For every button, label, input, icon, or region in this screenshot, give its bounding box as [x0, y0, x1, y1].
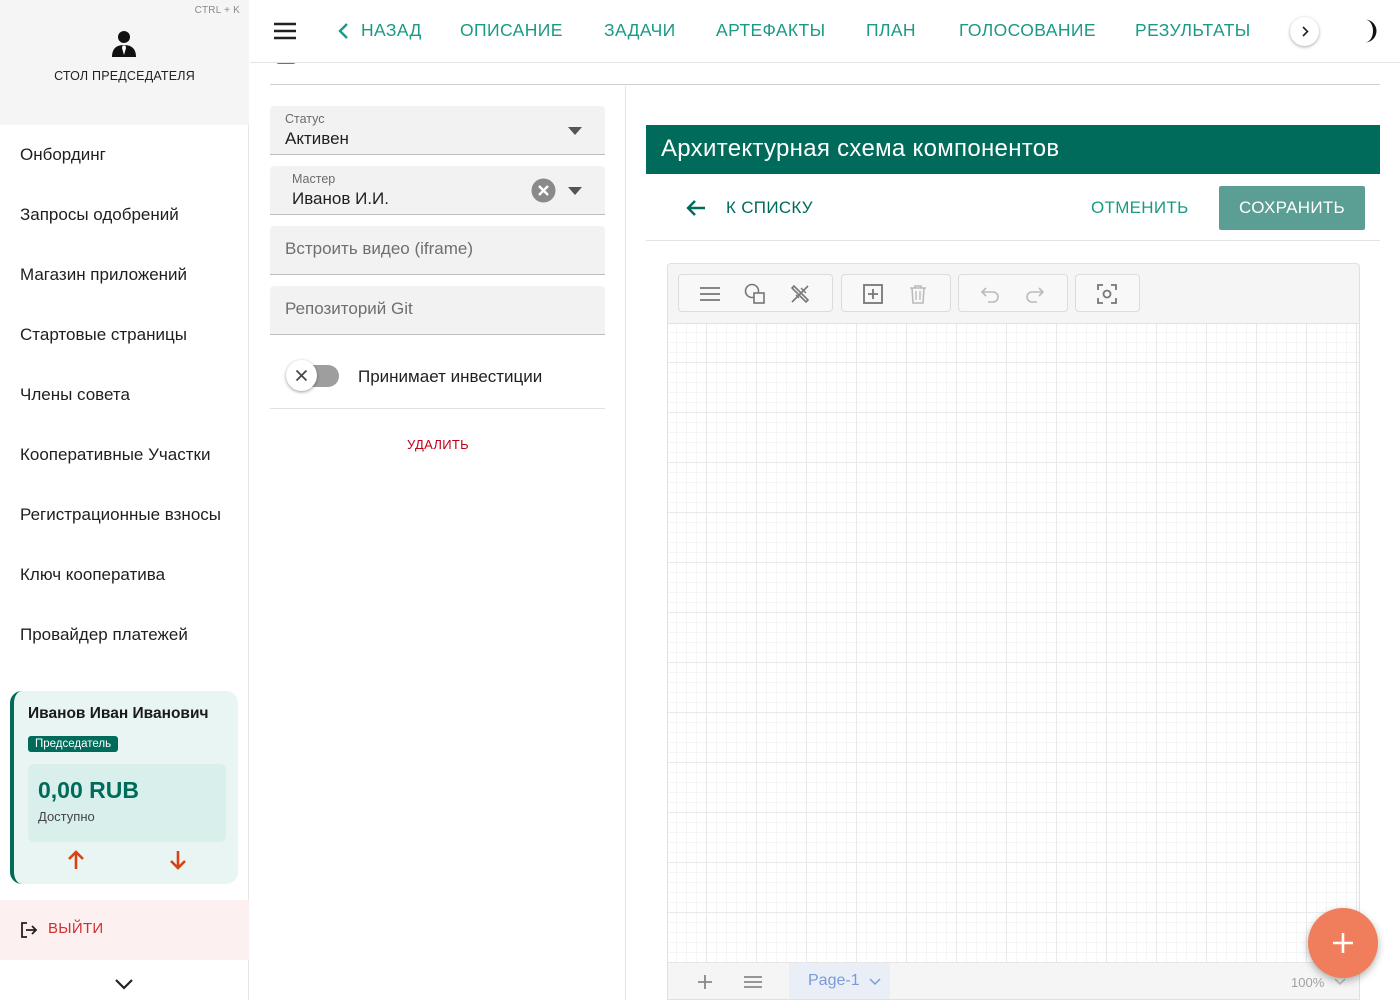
toggle-knob[interactable]: [286, 360, 317, 391]
editor-actions: К СПИСКУ ОТМЕНИТЬ СОХРАНИТЬ: [646, 174, 1380, 241]
chevron-down-icon: [1334, 978, 1346, 986]
sidebar-item-coop-plots[interactable]: Кооперативные Участки: [0, 425, 249, 485]
hotkey-hint: CTRL + K: [194, 5, 240, 16]
sidebar-item-approval-requests[interactable]: Запросы одобрений: [0, 185, 249, 245]
clear-icon[interactable]: [531, 178, 556, 203]
video-embed-placeholder: Встроить видео (iframe): [285, 239, 474, 258]
git-repo-placeholder: Репозиторий Git: [285, 299, 413, 318]
chevron-down-icon[interactable]: [112, 973, 136, 995]
delete-button[interactable]: УДАЛИТЬ: [250, 437, 626, 452]
video-embed-input[interactable]: Встроить видео (iframe): [270, 226, 605, 275]
trash-icon[interactable]: [907, 283, 929, 305]
menu-icon[interactable]: [743, 973, 763, 991]
user-card: Иванов Иван Иванович Председатель 0,00 R…: [10, 691, 238, 884]
diagram-footer: Page-1 100%: [668, 962, 1359, 999]
editor-title: Архитектурная схема компонентов: [661, 135, 1060, 162]
arrow-down-icon[interactable]: [167, 849, 189, 871]
plus-icon[interactable]: [696, 973, 714, 991]
menu-icon[interactable]: [699, 283, 721, 305]
page-tab-label: Page-1: [808, 972, 860, 989]
diagram-canvas[interactable]: [668, 324, 1359, 962]
chevron-down-icon: [869, 978, 881, 986]
balance-caption: Доступно: [38, 809, 95, 824]
sidebar-item-app-store[interactable]: Магазин приложений: [0, 245, 249, 305]
topbar: НАЗАД ОПИСАНИЕ ЗАДАЧИ АРТЕФАКТЫ ПЛАН ГОЛ…: [250, 0, 1400, 63]
logout-icon: [21, 922, 38, 938]
editor-title-bar: Архитектурная схема компонентов: [646, 125, 1380, 174]
redo-icon[interactable]: [1024, 283, 1046, 305]
tab-plan[interactable]: ПЛАН: [866, 20, 916, 41]
sidebar-item-registration-fees[interactable]: Регистрационные взносы: [0, 485, 249, 545]
tabs-scroll-right-button[interactable]: [1290, 17, 1319, 46]
tab-artifacts[interactable]: АРТЕФАКТЫ: [716, 20, 826, 41]
diagram-toolbar: [668, 264, 1359, 324]
shapes-icon[interactable]: [744, 283, 766, 305]
toolbar-group-edit: [841, 274, 951, 312]
add-box-icon[interactable]: [862, 283, 884, 305]
chevron-left-icon: [338, 23, 348, 39]
project-form: Статус Активен Мастер Иванов И.И. Встрои…: [250, 86, 626, 1000]
status-value: Активен: [285, 129, 349, 148]
page-tab[interactable]: Page-1: [789, 963, 890, 999]
status-select[interactable]: Статус Активен: [270, 106, 605, 155]
diagram-editor: Page-1 100%: [667, 263, 1360, 1000]
tab-results[interactable]: РЕЗУЛЬТАТЫ: [1135, 20, 1251, 41]
sidebar-item-board-members[interactable]: Члены совета: [0, 365, 249, 425]
user-name: Иванов Иван Иванович: [28, 705, 209, 722]
format-tools-icon[interactable]: [789, 283, 811, 305]
cancel-button[interactable]: ОТМЕНИТЬ: [1091, 198, 1189, 218]
tab-description[interactable]: ОПИСАНИЕ: [460, 20, 563, 41]
logout-label: ВЫЙТИ: [48, 920, 104, 937]
sidebar-item-start-pages[interactable]: Стартовые страницы: [0, 305, 249, 365]
undo-icon[interactable]: [979, 283, 1001, 305]
sidebar-item-payment-provider[interactable]: Провайдер платежей: [0, 605, 249, 665]
sidebar-header[interactable]: CTRL + K СТОЛ ПРЕДСЕДАТЕЛЯ: [0, 0, 249, 125]
tab-tasks[interactable]: ЗАДАЧИ: [604, 20, 676, 41]
toolbar-group-fit: [1075, 274, 1140, 312]
plus-icon: [1333, 933, 1353, 953]
menu-icon[interactable]: [272, 18, 298, 44]
close-icon: [295, 369, 308, 382]
tab-back[interactable]: НАЗАД: [361, 20, 422, 41]
investments-toggle-row: Принимает инвестиции: [270, 347, 605, 409]
role-badge: Председатель: [28, 736, 119, 752]
sidebar-item-onboarding[interactable]: Онбординг: [0, 125, 249, 185]
chevron-right-icon: [1302, 26, 1309, 37]
sidebar-title: СТОЛ ПРЕДСЕДАТЕЛЯ: [54, 69, 195, 83]
master-select[interactable]: Мастер Иванов И.И.: [270, 166, 605, 215]
tab-voting[interactable]: ГОЛОСОВАНИЕ: [959, 20, 1096, 41]
arrow-up-icon[interactable]: [65, 849, 87, 871]
balance-amount: 0,00 RUB: [38, 777, 139, 803]
zoom-level[interactable]: 100%: [1291, 975, 1324, 990]
user-tie-icon: [112, 31, 136, 57]
master-label: Мастер: [292, 172, 336, 186]
sidebar-item-coop-key[interactable]: Ключ кооператива: [0, 545, 249, 605]
caret-down-icon: [568, 127, 582, 135]
toolbar-group-history: [958, 274, 1068, 312]
master-value: Иванов И.И.: [292, 189, 389, 208]
sidebar: CTRL + K СТОЛ ПРЕДСЕДАТЕЛЯ Онбординг Зап…: [0, 0, 249, 1000]
fit-screen-icon[interactable]: [1096, 283, 1118, 305]
caret-down-icon: [568, 187, 582, 195]
back-to-list-button[interactable]: К СПИСКУ: [726, 198, 813, 218]
git-repo-input[interactable]: Репозиторий Git: [270, 286, 605, 335]
status-label: Статус: [285, 112, 325, 126]
arrow-left-icon[interactable]: [684, 196, 708, 220]
toolbar-group-view: [678, 274, 833, 312]
moon-icon[interactable]: [1352, 18, 1378, 44]
investments-toggle-label: Принимает инвестиции: [358, 367, 543, 386]
balance-box: 0,00 RUB Доступно: [28, 764, 226, 842]
logout-button[interactable]: ВЫЙТИ: [0, 900, 249, 960]
save-button[interactable]: СОХРАНИТЬ: [1219, 186, 1365, 230]
add-fab-button[interactable]: [1308, 908, 1378, 978]
